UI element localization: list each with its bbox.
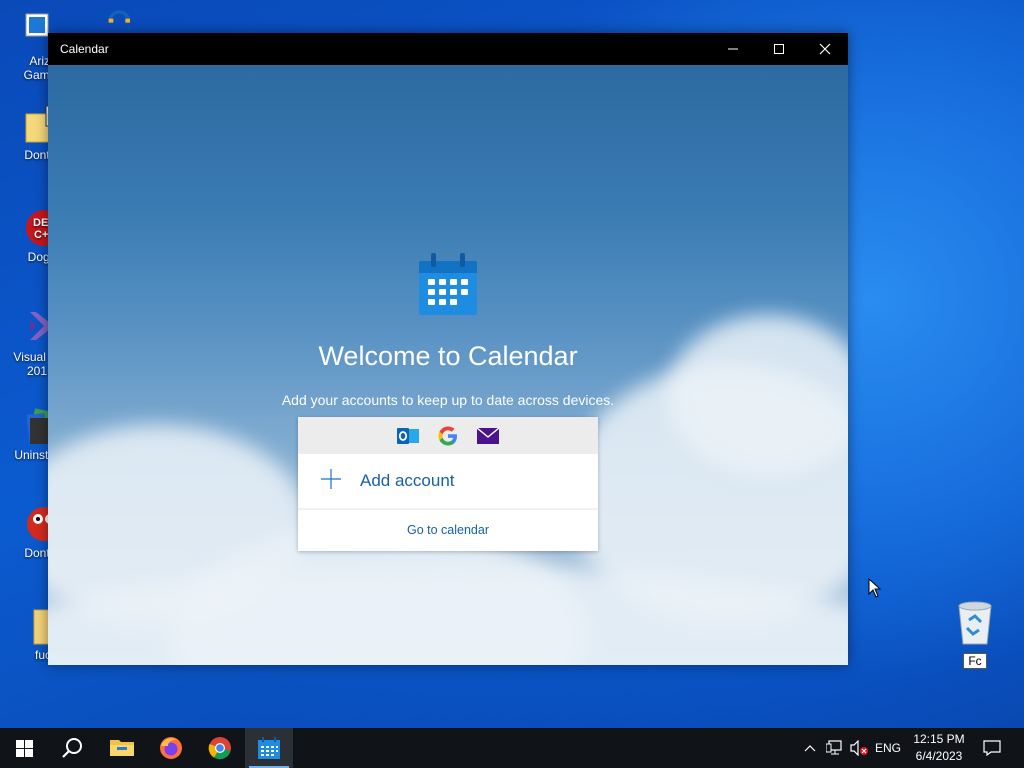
go-to-calendar-link[interactable]: Go to calendar [298,510,598,549]
maximize-button[interactable] [756,33,802,65]
plus-icon [320,467,360,495]
add-account-button[interactable]: Add account [298,454,598,510]
chevron-up-icon [804,745,816,752]
taskbar-clock[interactable]: 12:15 PM 6/4/2023 [905,731,973,765]
provider-strip [298,417,598,454]
account-card: Add account Go to calendar [298,417,598,551]
recycle-bin-icon [958,601,992,645]
desktop-icon-recycle-bin[interactable]: Fc [951,600,999,670]
search-icon [62,738,82,758]
google-icon [436,424,460,448]
window-titlebar[interactable]: Calendar [48,33,848,65]
input-language-indicator[interactable]: ENG [872,728,904,768]
file-explorer-icon [110,740,134,756]
clock-date: 6/4/2023 [915,749,963,763]
mail-icon [476,424,500,448]
taskbar-chrome[interactable] [196,728,244,768]
outlook-icon [396,424,420,448]
headphones-icon [108,10,131,23]
calendar-window: Calendar Welcome to Calendar Add your ac… [48,33,848,665]
windows-logo-icon [15,739,33,757]
welcome-screen: Welcome to Calendar Add your accounts to… [48,65,848,665]
welcome-title: Welcome to Calendar [318,341,578,371]
desktop-icon-headphones[interactable] [88,4,148,34]
taskbar-file-explorer[interactable] [98,728,146,768]
start-button[interactable] [0,728,48,768]
taskbar-firefox[interactable] [147,728,195,768]
add-account-label: Add account [360,471,455,490]
show-hidden-icons-button[interactable] [800,728,820,768]
minimize-icon [728,48,738,50]
notification-icon [983,740,1001,756]
chrome-icon [208,737,231,760]
minimize-button[interactable] [710,33,756,65]
calendar-icon [419,253,477,315]
taskbar-calendar[interactable] [245,728,293,768]
action-center-button[interactable] [978,728,1006,768]
mouse-cursor-icon [868,578,882,598]
welcome-subtitle: Add your accounts to keep up to date acr… [281,392,615,408]
close-button[interactable] [802,33,848,65]
calendar-icon [258,737,280,759]
rename-field[interactable]: Fc [963,653,987,669]
close-icon [819,43,831,55]
window-title: Calendar [60,42,109,56]
volume-button[interactable] [848,728,870,768]
search-button[interactable] [48,728,96,768]
volume-muted-icon [850,740,868,756]
network-icon [826,740,842,755]
clock-time: 12:15 PM [913,732,965,746]
uninstall-icon [26,408,52,444]
maximize-icon [774,44,784,54]
taskbar: ENG 12:15 PM 6/4/2023 [0,728,1024,768]
firefox-icon [160,737,182,759]
network-button[interactable] [824,728,846,768]
